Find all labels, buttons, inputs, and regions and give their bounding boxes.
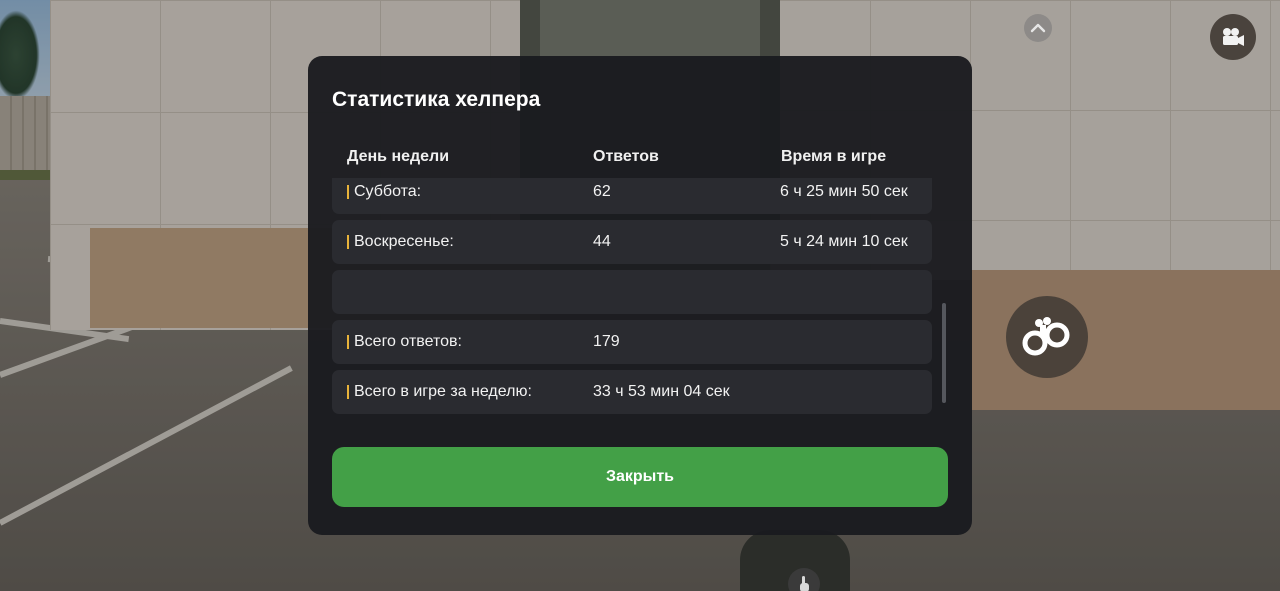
close-button[interactable]: Закрыть — [332, 447, 948, 507]
row-answers: 44 — [593, 233, 611, 250]
table-row-empty — [332, 270, 932, 314]
table-row-total-answers: Всего ответов: 179 — [332, 320, 932, 364]
stats-list[interactable]: Суббота: 62 6 ч 25 мин 50 сек Воскресень… — [332, 178, 932, 416]
row-accent-bar — [347, 385, 349, 399]
column-header-answers: Ответов — [593, 148, 659, 165]
row-label: Всего ответов: — [354, 333, 462, 350]
row-time: 6 ч 25 мин 50 сек — [780, 183, 908, 200]
row-accent-bar — [347, 185, 349, 199]
column-header-day: День недели — [347, 148, 450, 165]
row-accent-bar — [347, 235, 349, 249]
column-header-time: Время в игре — [781, 148, 887, 165]
video-camera-icon[interactable] — [1210, 14, 1256, 60]
chevron-up-icon[interactable] — [1024, 14, 1052, 42]
row-accent-bar — [347, 335, 349, 349]
helper-stats-modal: Статистика хелпера День недели Ответов В… — [308, 56, 972, 535]
row-day: Воскресенье: — [354, 233, 454, 250]
scrollbar-thumb[interactable] — [942, 303, 946, 403]
row-day: Суббота: — [354, 183, 422, 200]
row-label: Всего в игре за неделю: — [354, 383, 532, 400]
row-answers: 62 — [593, 183, 611, 200]
table-row-total-time: Всего в игре за неделю: 33 ч 53 мин 04 с… — [332, 370, 932, 414]
table-row: Суббота: 62 6 ч 25 мин 50 сек — [332, 178, 932, 214]
table-row: Воскресенье: 44 5 ч 24 мин 10 сек — [332, 220, 932, 264]
handcuffs-icon[interactable] — [1006, 296, 1088, 378]
modal-title: Статистика хелпера — [332, 88, 541, 111]
row-time: 5 ч 24 мин 10 сек — [780, 233, 908, 250]
table-header: День недели Ответов Время в игре — [332, 148, 932, 172]
row-value: 179 — [593, 333, 620, 350]
row-value: 33 ч 53 мин 04 сек — [593, 383, 730, 400]
